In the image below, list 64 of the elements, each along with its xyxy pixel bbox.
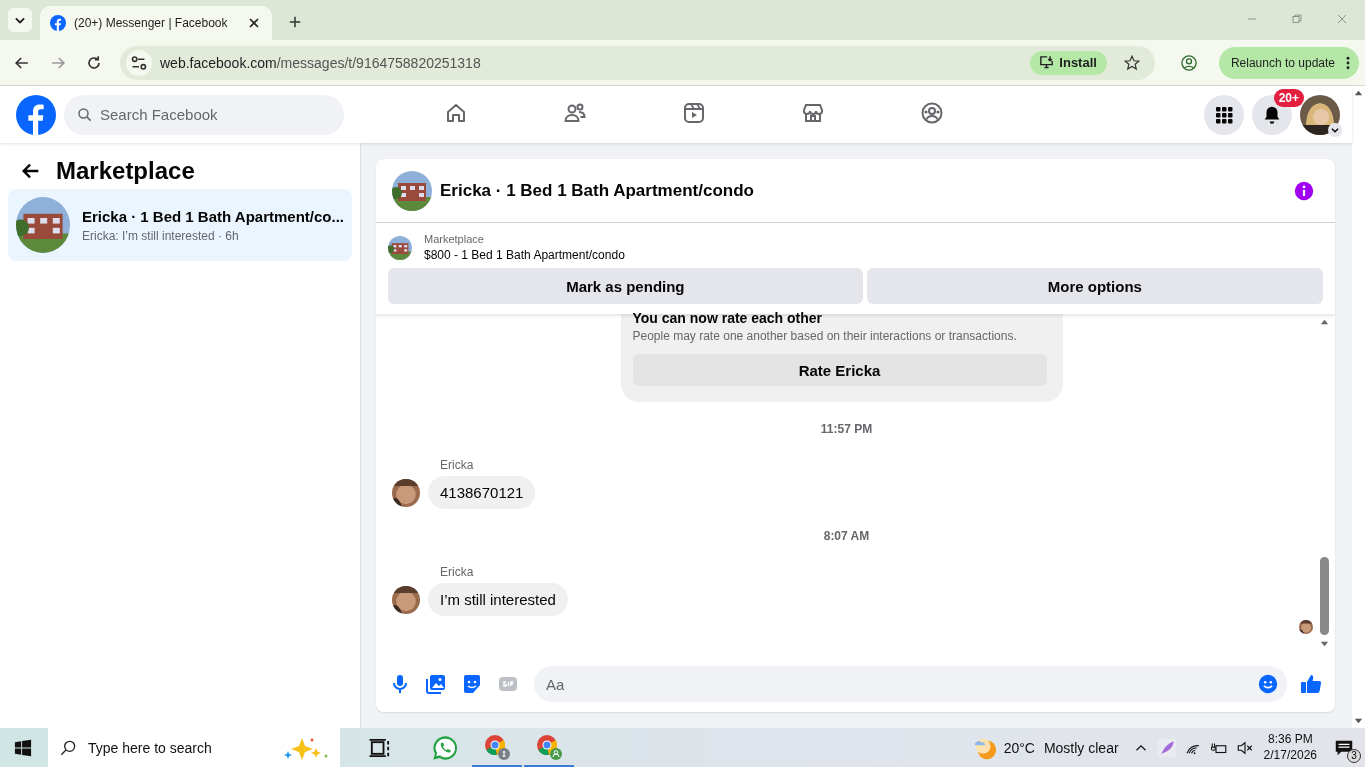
message-bubble: I’m still interested <box>428 583 568 616</box>
timestamp: 11:57 PM <box>820 422 873 436</box>
more-icon <box>1345 54 1351 71</box>
chat-app-icon[interactable] <box>431 733 459 762</box>
install-button[interactable]: Install <box>1030 50 1107 75</box>
scroll-up-icon[interactable] <box>1354 89 1363 98</box>
timestamp: 8:07 AM <box>823 529 870 543</box>
listing-title: $800 - 1 Bed 1 Bath Apartment/condo <box>424 248 625 262</box>
tab-title: (20+) Messenger | Facebook <box>74 16 229 30</box>
scroll-up-icon[interactable] <box>1319 318 1329 327</box>
feather-icon[interactable] <box>1157 738 1176 757</box>
rate-button[interactable]: Rate Ericka <box>632 354 1047 386</box>
clock-time[interactable]: 8:36 PM <box>1267 731 1313 748</box>
thumbs-up-icon[interactable] <box>1299 672 1323 696</box>
people-icon[interactable] <box>562 101 587 125</box>
notification-badge: 20+ <box>1273 88 1304 107</box>
monitor-download-icon <box>1038 54 1056 71</box>
star-icon[interactable] <box>1122 53 1141 72</box>
rating-text: People may rate one another based on their interactions or transactions. <box>632 329 1018 343</box>
photo-icon[interactable] <box>424 672 448 696</box>
shop-icon[interactable] <box>800 101 825 125</box>
menu-button[interactable] <box>1204 94 1244 135</box>
info-icon[interactable] <box>1293 179 1315 202</box>
address-bar[interactable]: web.facebook.com/messages/t/9164758820251318 Install <box>120 45 1155 80</box>
emoji-icon[interactable] <box>1257 673 1279 695</box>
listing-label: Marketplace <box>424 233 485 245</box>
search-field[interactable]: Search Facebook <box>64 94 344 135</box>
more-options-button[interactable]: More options <box>866 268 1323 304</box>
clock-date[interactable]: 2/17/2026 <box>1263 747 1317 764</box>
weather-temperature[interactable]: 20°C <box>1003 739 1035 756</box>
search-icon <box>76 105 94 124</box>
sender-name: Ericka <box>440 458 475 472</box>
scrollbar-thumb[interactable] <box>1319 557 1329 635</box>
sidebar-title: Marketplace <box>56 157 195 185</box>
mark-pending-button[interactable]: Mark as pending <box>388 268 863 304</box>
relaunch-button[interactable]: Relaunch to update <box>1218 46 1359 79</box>
conversation-title: Ericka · 1 Bed 1 Bath Apartment/co... <box>81 207 344 225</box>
group-icon[interactable] <box>919 101 944 125</box>
browser-icon[interactable] <box>483 732 511 761</box>
facebook-logo-icon[interactable] <box>16 94 56 135</box>
chat-title: Ericka · 1 Bed 1 Bath Apartment/condo <box>440 180 754 201</box>
message-field[interactable]: Aa <box>534 666 1287 702</box>
menu-icon <box>1214 104 1234 125</box>
windows-icon[interactable] <box>14 738 32 757</box>
scroll-down-icon[interactable] <box>1354 716 1363 725</box>
browser-tab[interactable]: (20+) Messenger | Facebook <box>40 6 272 40</box>
chevron-down-icon[interactable] <box>1328 122 1342 137</box>
browser-icon[interactable] <box>535 732 563 761</box>
rating-title: You can now rate each other <box>632 310 824 326</box>
search-icon <box>58 738 78 758</box>
scroll-down-icon[interactable] <box>1319 639 1329 648</box>
video-icon[interactable] <box>681 101 706 125</box>
conversation-preview: Ericka: I’m still interested · 6h <box>81 228 240 243</box>
tab-list-icon[interactable] <box>8 8 32 32</box>
message-bubble: 4138670121 <box>428 476 536 509</box>
weather-condition[interactable]: Mostly clear <box>1043 739 1119 756</box>
notification-count: 3 <box>1347 748 1361 763</box>
url-text: web.facebook.com/messages/t/9164758820251318 <box>160 54 481 71</box>
conversation-item[interactable]: Ericka · 1 Bed 1 Bath Apartment/co... Ericka: I’m still interested · 6h <box>8 189 352 261</box>
taskbar-search-field[interactable]: Type here to search <box>48 728 340 767</box>
sender-name: Ericka <box>440 565 475 579</box>
facebook-logo-icon <box>50 15 66 31</box>
profile-icon[interactable] <box>1178 52 1199 73</box>
site-settings-icon[interactable] <box>126 49 152 76</box>
